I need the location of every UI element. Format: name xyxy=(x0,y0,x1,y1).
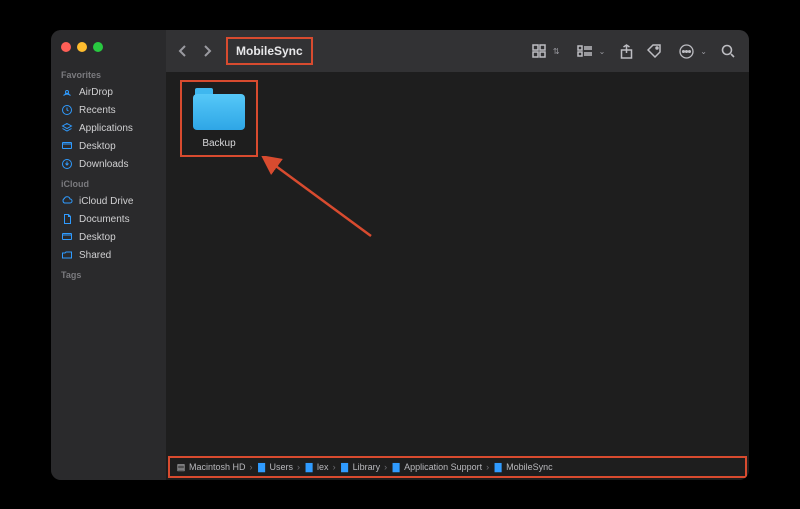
recents-icon xyxy=(61,104,73,116)
minimize-button[interactable] xyxy=(77,42,87,52)
toolbar: MobileSync ⇅ ⌄ ⌄ xyxy=(166,30,749,72)
sidebar-item-label: Documents xyxy=(79,214,130,225)
window-controls xyxy=(51,38,166,64)
folder-mini-icon: ▇ xyxy=(493,462,503,472)
path-bar: ▤ Macintosh HD › ▇ Users › ▇ lex › xyxy=(168,456,747,478)
group-icon xyxy=(574,40,596,62)
breadcrumb-segment[interactable]: ▇ Application Support xyxy=(391,462,482,472)
tags-button[interactable] xyxy=(643,40,665,62)
sidebar-item-airdrop[interactable]: AirDrop xyxy=(51,83,166,101)
breadcrumb-segment[interactable]: ▇ Library xyxy=(340,462,381,472)
sidebar-item-desktop[interactable]: Desktop xyxy=(51,137,166,155)
sidebar-item-downloads[interactable]: Downloads xyxy=(51,155,166,173)
icloud-icon xyxy=(61,195,73,207)
airdrop-icon xyxy=(61,86,73,98)
window-title: MobileSync xyxy=(226,37,313,65)
folder-mini-icon: ▇ xyxy=(340,462,350,472)
breadcrumb-label: Library xyxy=(353,462,381,472)
breadcrumb-label: Users xyxy=(270,462,294,472)
finder-window: Favorites AirDrop Recents Applications D… xyxy=(51,30,749,480)
disk-icon: ▤ xyxy=(176,462,186,472)
nav-forward-button[interactable] xyxy=(200,45,214,57)
sidebar-item-recents[interactable]: Recents xyxy=(51,101,166,119)
folder-mini-icon: ▇ xyxy=(257,462,267,472)
folder-icon xyxy=(193,88,245,130)
desktop-icon xyxy=(61,140,73,152)
items-grid: Backup xyxy=(166,72,749,456)
maximize-button[interactable] xyxy=(93,42,103,52)
breadcrumb-segment[interactable]: ▇ lex xyxy=(304,462,329,472)
breadcrumb-label: Application Support xyxy=(404,462,482,472)
sidebar-section-tags-title: Tags xyxy=(51,264,166,283)
folder-item-backup[interactable]: Backup xyxy=(180,80,258,157)
sidebar-item-label: iCloud Drive xyxy=(79,196,133,207)
annotation-arrow xyxy=(261,156,381,246)
applications-icon xyxy=(61,122,73,134)
sidebar-item-label: Shared xyxy=(79,250,111,261)
view-mode-button[interactable]: ⇅ xyxy=(528,40,560,62)
breadcrumb-separator: › xyxy=(250,462,253,472)
sidebar-item-icloud-drive[interactable]: iCloud Drive xyxy=(51,192,166,210)
chevron-updown-icon: ⇅ xyxy=(553,47,560,56)
folder-mini-icon: ▇ xyxy=(391,462,401,472)
grid-icon xyxy=(528,40,550,62)
breadcrumb-segment[interactable]: ▇ Users xyxy=(257,462,294,472)
share-button[interactable] xyxy=(615,40,637,62)
action-menu-button[interactable]: ⌄ xyxy=(675,40,707,62)
sidebar-item-label: Downloads xyxy=(79,159,128,170)
breadcrumb-label: lex xyxy=(317,462,329,472)
search-button[interactable] xyxy=(717,40,739,62)
sidebar-item-label: Applications xyxy=(79,123,133,134)
breadcrumb-label: Macintosh HD xyxy=(189,462,246,472)
sidebar-item-desktop-icloud[interactable]: Desktop xyxy=(51,228,166,246)
sidebar-item-label: Desktop xyxy=(79,141,116,152)
sidebar-item-label: Desktop xyxy=(79,232,116,243)
sidebar-item-applications[interactable]: Applications xyxy=(51,119,166,137)
close-button[interactable] xyxy=(61,42,71,52)
sidebar-section-icloud-title: iCloud xyxy=(51,173,166,192)
ellipsis-circle-icon xyxy=(675,40,697,62)
sidebar-section-favorites-title: Favorites xyxy=(51,64,166,83)
documents-icon xyxy=(61,213,73,225)
sidebar-item-shared[interactable]: Shared xyxy=(51,246,166,264)
content-area[interactable]: Backup ▤ Macintosh HD xyxy=(166,72,749,480)
sidebar-item-label: AirDrop xyxy=(79,87,113,98)
breadcrumb-segment[interactable]: ▤ Macintosh HD xyxy=(176,462,246,472)
breadcrumb-segment[interactable]: ▇ MobileSync xyxy=(493,462,553,472)
chevron-down-icon: ⌄ xyxy=(700,47,707,56)
desktop-icon xyxy=(61,231,73,243)
sidebar-item-documents[interactable]: Documents xyxy=(51,210,166,228)
chevron-down-icon: ⌄ xyxy=(599,47,606,56)
downloads-icon xyxy=(61,158,73,170)
group-by-button[interactable]: ⌄ xyxy=(574,40,606,62)
sidebar: Favorites AirDrop Recents Applications D… xyxy=(51,30,166,480)
sidebar-item-label: Recents xyxy=(79,105,116,116)
folder-label: Backup xyxy=(202,138,235,149)
nav-back-button[interactable] xyxy=(176,45,190,57)
breadcrumb-separator: › xyxy=(486,462,489,472)
breadcrumb-label: MobileSync xyxy=(506,462,553,472)
breadcrumb-separator: › xyxy=(333,462,336,472)
shared-icon xyxy=(61,249,73,261)
folder-mini-icon: ▇ xyxy=(304,462,314,472)
breadcrumb-separator: › xyxy=(297,462,300,472)
breadcrumb-separator: › xyxy=(384,462,387,472)
